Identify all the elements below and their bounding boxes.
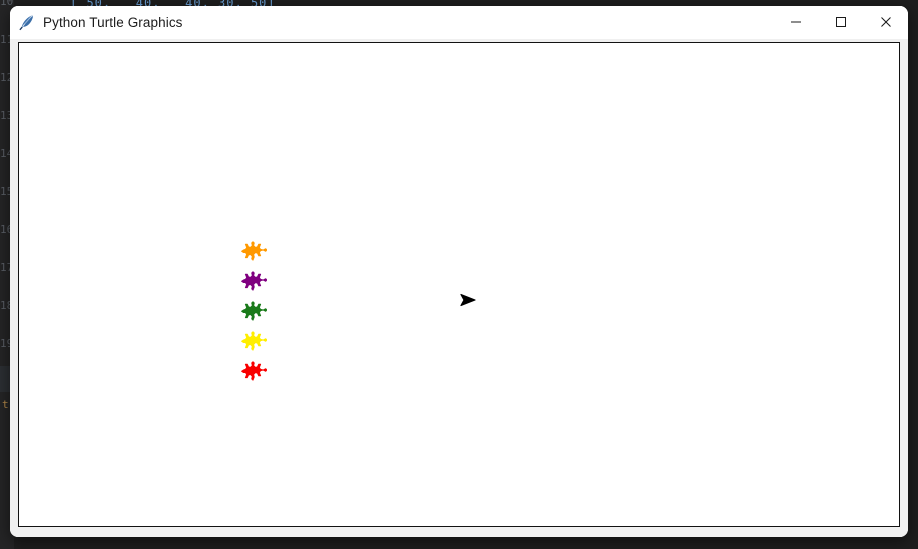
turtle-orange[interactable] — [239, 239, 267, 261]
editor-code-snippet-bottom: t — [2, 398, 9, 411]
turtle-shape-icon — [241, 301, 267, 321]
minimize-icon — [790, 21, 801, 23]
turtle-shape-icon — [241, 331, 267, 351]
python-feather-icon — [19, 15, 33, 31]
turtle-shape-icon — [241, 241, 267, 261]
turtle-green[interactable] — [239, 299, 267, 321]
close-icon — [880, 17, 891, 27]
turtle-shape-icon — [241, 271, 267, 291]
canvas-container — [10, 39, 908, 537]
window-title-text: Python Turtle Graphics — [43, 14, 183, 30]
turtle-red[interactable] — [239, 359, 267, 381]
maximize-icon — [835, 17, 846, 27]
turtle-drawing-canvas[interactable] — [18, 42, 900, 527]
close-button[interactable] — [863, 6, 908, 39]
turtle-classic-arrow[interactable] — [458, 292, 476, 308]
window-title-bar[interactable]: Python Turtle Graphics — [10, 6, 908, 39]
classic-arrow-icon — [460, 293, 476, 307]
turtle-purple[interactable] — [239, 269, 267, 291]
turtle-shape-icon — [241, 361, 267, 381]
window-controls — [773, 6, 908, 39]
turtle-graphics-window: Python Turtle Graphics — [10, 6, 908, 537]
maximize-button[interactable] — [818, 6, 863, 39]
minimize-button[interactable] — [773, 6, 818, 39]
turtle-yellow[interactable] — [239, 329, 267, 351]
